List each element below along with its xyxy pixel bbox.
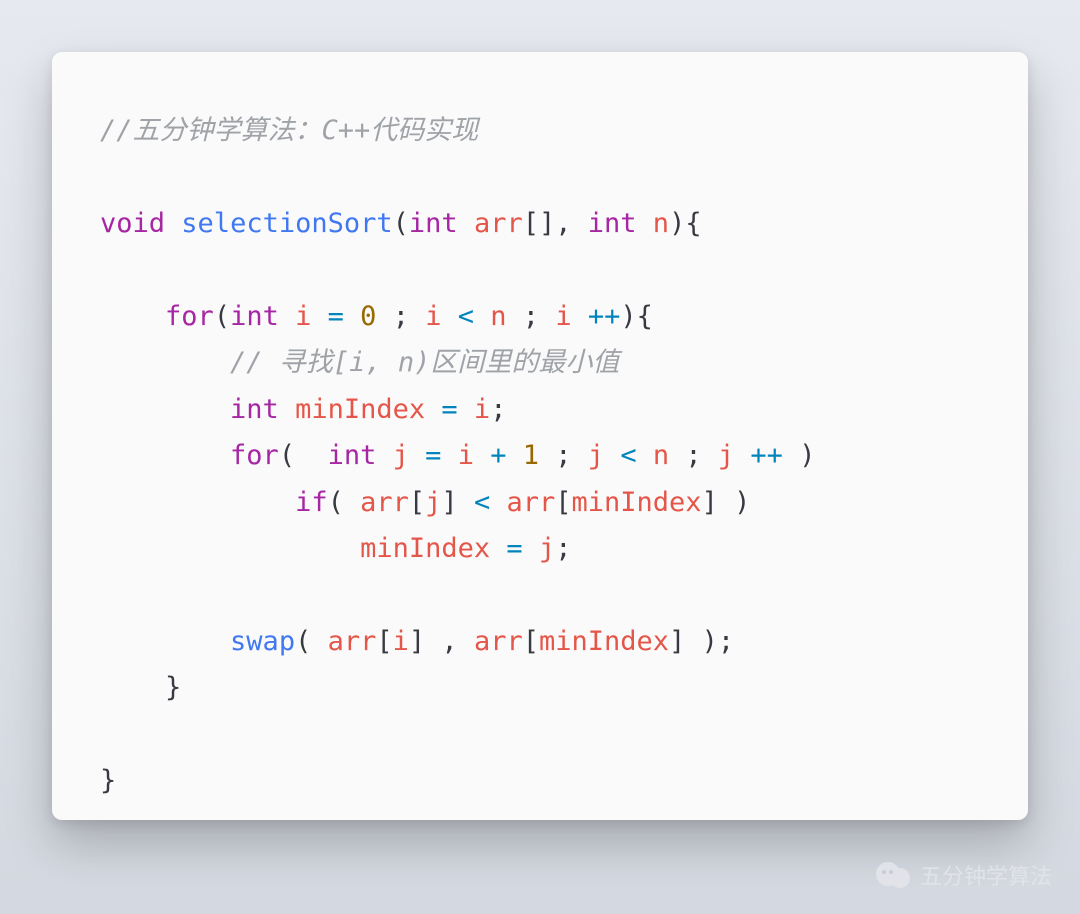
fn-selectionSort: selectionSort	[181, 208, 392, 239]
wechat-icon	[876, 858, 910, 892]
kw-int-5: int	[328, 440, 377, 471]
swap-br2o: [	[523, 626, 539, 657]
num-1: 1	[523, 440, 539, 471]
code-block: //五分钟学算法：C++代码实现 void selectionSort(int …	[100, 108, 980, 805]
if-br2c: ]	[702, 487, 718, 518]
inc-j: j	[718, 440, 734, 471]
for2-sep1: ;	[539, 440, 588, 471]
code-card: //五分钟学算法：C++代码实现 void selectionSort(int …	[52, 52, 1028, 820]
swap-min: minIndex	[539, 626, 669, 657]
cond-n: n	[490, 301, 506, 332]
brace-close-2: }	[100, 765, 116, 796]
if-min: minIndex	[572, 487, 702, 518]
comma: ,	[555, 208, 588, 239]
swap-arr2: arr	[474, 626, 523, 657]
fn-swap: swap	[230, 626, 295, 657]
swap-br1c: ]	[409, 626, 425, 657]
cond-i: i	[425, 301, 441, 332]
param-n: n	[653, 208, 669, 239]
op-lt-3: <	[458, 487, 507, 518]
op-pp-1: ++	[572, 301, 621, 332]
for1-close: ){	[620, 301, 653, 332]
op-eq-2: =	[425, 394, 474, 425]
var-minIndex: minIndex	[295, 394, 425, 425]
for2-close: )	[783, 440, 816, 471]
if-br1o: [	[409, 487, 425, 518]
op-lt-1: <	[441, 301, 490, 332]
if-j: j	[425, 487, 441, 518]
comment-top: //五分钟学算法：C++代码实现	[100, 115, 478, 146]
paren-open: (	[393, 208, 409, 239]
swap-open: (	[295, 626, 328, 657]
kw-int-2: int	[588, 208, 637, 239]
kw-for-2: for	[230, 440, 279, 471]
rhs-i2: i	[458, 440, 474, 471]
semi-1: ;	[490, 394, 506, 425]
for2-sep2: ;	[669, 440, 718, 471]
op-lt-2: <	[604, 440, 653, 471]
cond-j: j	[588, 440, 604, 471]
watermark-text: 五分钟学算法	[920, 859, 1052, 891]
kw-int-3: int	[230, 301, 279, 332]
op-eq-4: =	[490, 533, 539, 564]
kw-for-1: for	[165, 301, 214, 332]
assign-lhs: minIndex	[360, 533, 490, 564]
assign-rhs: j	[539, 533, 555, 564]
swap-i: i	[393, 626, 409, 657]
if-br2o: [	[555, 487, 571, 518]
semi-2: ;	[555, 533, 571, 564]
num-0: 0	[360, 301, 376, 332]
op-eq-1: =	[311, 301, 360, 332]
if-close: )	[718, 487, 751, 518]
if-arr2: arr	[506, 487, 555, 518]
for1-sep1: ;	[376, 301, 425, 332]
sig-close: ){	[669, 208, 702, 239]
swap-br2c: ]	[669, 626, 685, 657]
swap-arr1: arr	[328, 626, 377, 657]
for2-open: (	[279, 440, 312, 471]
brace-close-1: }	[165, 672, 181, 703]
kw-int-4: int	[230, 394, 279, 425]
param-arr: arr	[474, 208, 523, 239]
for1-open: (	[214, 301, 230, 332]
swap-close: );	[685, 626, 734, 657]
comment-inner: // 寻找[i, n)区间里的最小值	[230, 347, 619, 378]
kw-if: if	[295, 487, 328, 518]
if-arr1: arr	[360, 487, 409, 518]
rhs-i: i	[474, 394, 490, 425]
cond-n2: n	[653, 440, 669, 471]
op-eq-3: =	[409, 440, 458, 471]
brackets: []	[523, 208, 556, 239]
kw-void: void	[100, 208, 165, 239]
swap-br1o: [	[376, 626, 392, 657]
for1-sep2: ;	[507, 301, 556, 332]
op-plus: +	[474, 440, 523, 471]
kw-int-1: int	[409, 208, 458, 239]
inc-i: i	[555, 301, 571, 332]
var-j: j	[393, 440, 409, 471]
op-pp-2: ++	[734, 440, 783, 471]
var-i: i	[295, 301, 311, 332]
watermark: 五分钟学算法	[876, 858, 1052, 892]
if-open: (	[328, 487, 361, 518]
if-br1c: ]	[441, 487, 457, 518]
swap-comma: ,	[425, 626, 474, 657]
